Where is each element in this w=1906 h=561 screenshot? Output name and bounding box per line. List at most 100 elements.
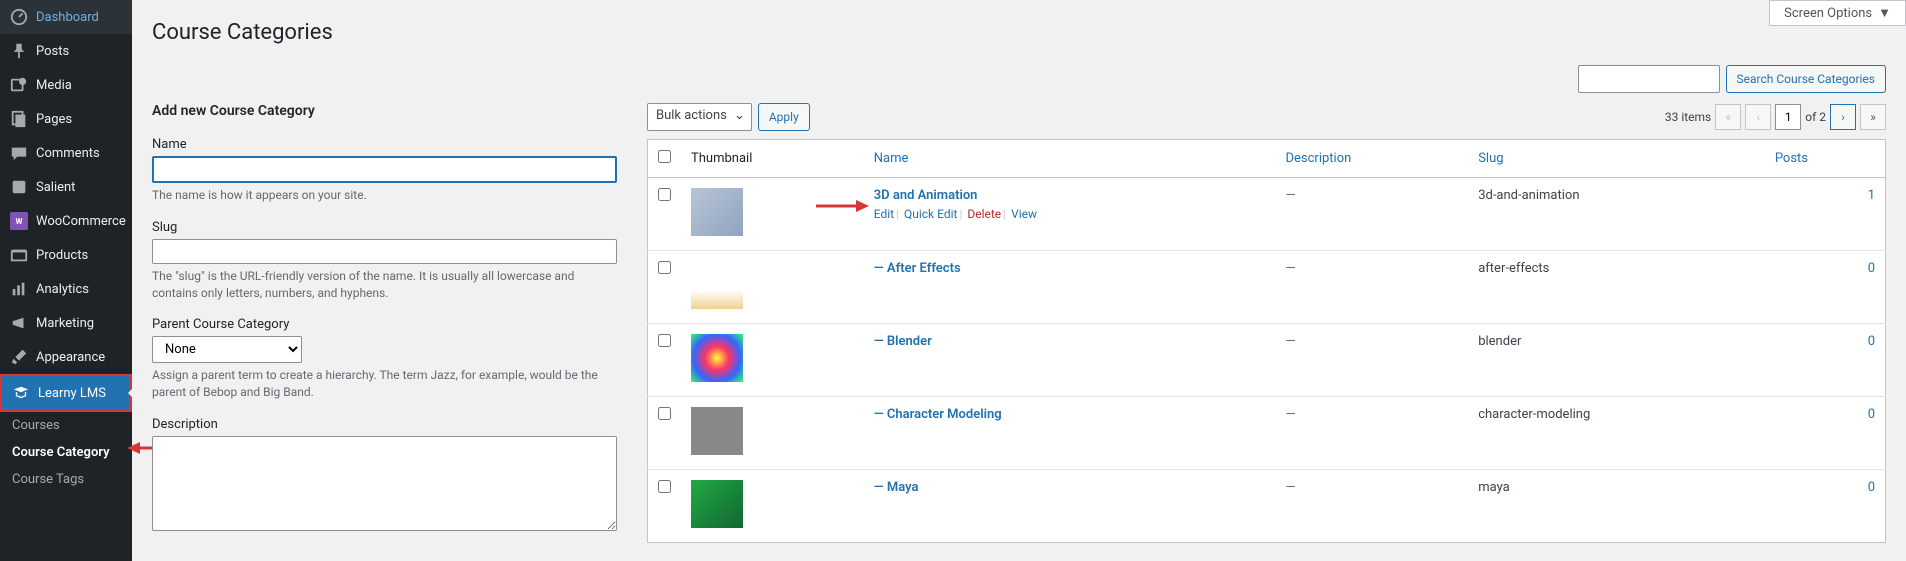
category-name-link[interactable]: — Maya xyxy=(874,480,919,495)
category-name-link[interactable]: — Blender xyxy=(874,334,932,349)
sidebar-label: WooCommerce xyxy=(36,214,126,229)
description-cell: — xyxy=(1285,334,1295,349)
chevron-down-icon: ⌄ xyxy=(734,108,745,123)
page-of-text: of 2 xyxy=(1805,110,1826,124)
slug-cell: blender xyxy=(1468,324,1765,397)
row-checkbox[interactable] xyxy=(658,261,671,274)
apply-button[interactable]: Apply xyxy=(758,103,810,131)
form-heading: Add new Course Category xyxy=(152,103,617,119)
marketing-icon xyxy=(10,314,28,332)
sidebar-item-products[interactable]: Products xyxy=(0,238,132,272)
sidebar-label: Learny LMS xyxy=(38,386,106,401)
description-cell: — xyxy=(1285,261,1295,276)
add-category-form: Add new Course Category Name The name is… xyxy=(152,103,617,551)
posts-count-link[interactable]: 0 xyxy=(1868,407,1875,422)
sidebar-item-pages[interactable]: Pages xyxy=(0,102,132,136)
quick-edit-link[interactable]: Quick Edit xyxy=(904,207,957,221)
search-input[interactable] xyxy=(1578,65,1720,93)
sidebar-label: Products xyxy=(36,248,88,263)
row-checkbox[interactable] xyxy=(658,334,671,347)
sidebar-label: Media xyxy=(36,78,72,93)
category-name-link[interactable]: — After Effects xyxy=(874,261,961,276)
main-content: Screen Options▼ Course Categories Search… xyxy=(132,0,1906,561)
table-row: — Blender — blender 0 xyxy=(648,324,1886,397)
description-cell: — xyxy=(1285,188,1295,203)
description-cell: — xyxy=(1285,407,1295,422)
view-link[interactable]: View xyxy=(1011,207,1037,221)
sidebar-sub-courses[interactable]: Courses xyxy=(0,412,132,439)
caret-down-icon: ▼ xyxy=(1878,5,1891,21)
row-checkbox[interactable] xyxy=(658,407,671,420)
row-checkbox[interactable] xyxy=(658,480,671,493)
description-input[interactable] xyxy=(152,436,617,531)
sidebar-item-dashboard[interactable]: Dashboard xyxy=(0,0,132,34)
sidebar-label: Analytics xyxy=(36,282,89,297)
thumbnail-image xyxy=(691,188,743,236)
category-name-link[interactable]: — Character Modeling xyxy=(874,407,1002,422)
dashboard-icon xyxy=(10,8,28,26)
search-row: Search Course Categories xyxy=(152,65,1886,93)
salient-icon xyxy=(10,178,28,196)
delete-link[interactable]: Delete xyxy=(967,207,1001,221)
sidebar-item-marketing[interactable]: Marketing xyxy=(0,306,132,340)
select-all-checkbox[interactable] xyxy=(658,150,671,163)
posts-count-link[interactable]: 0 xyxy=(1868,334,1875,349)
sidebar-label: Pages xyxy=(36,112,72,127)
sidebar-item-woocommerce[interactable]: W WooCommerce xyxy=(0,204,132,238)
edit-link[interactable]: Edit xyxy=(874,207,894,221)
thumbnail-image xyxy=(691,261,743,309)
col-posts[interactable]: Posts xyxy=(1765,140,1886,178)
posts-count-link[interactable]: 0 xyxy=(1868,480,1875,495)
page-next-button[interactable]: › xyxy=(1830,104,1856,130)
screen-options-button[interactable]: Screen Options▼ xyxy=(1769,0,1906,26)
category-name-link[interactable]: 3D and Animation xyxy=(874,188,978,203)
page-current-input[interactable] xyxy=(1775,104,1801,130)
parent-select[interactable]: None xyxy=(152,336,302,363)
slug-cell: character-modeling xyxy=(1468,397,1765,470)
media-icon xyxy=(10,76,28,94)
slug-cell: after-effects xyxy=(1468,251,1765,324)
table-column: Bulk actions ⌄ Apply 33 items « ‹ of 2 ›… xyxy=(647,103,1886,551)
sidebar-sub-course-tags[interactable]: Course Tags xyxy=(0,466,132,493)
thumbnail-image xyxy=(691,334,743,382)
parent-label: Parent Course Category xyxy=(152,317,617,332)
woo-icon: W xyxy=(10,212,28,230)
sidebar-item-comments[interactable]: Comments xyxy=(0,136,132,170)
sidebar-item-appearance[interactable]: Appearance xyxy=(0,340,132,374)
sidebar-item-posts[interactable]: Posts xyxy=(0,34,132,68)
name-input[interactable] xyxy=(152,156,617,183)
col-name[interactable]: Name xyxy=(864,140,1276,178)
slug-input[interactable] xyxy=(152,239,617,264)
posts-count-link[interactable]: 0 xyxy=(1868,261,1875,276)
pagination: 33 items « ‹ of 2 › » xyxy=(1665,104,1886,130)
slug-help: The "slug" is the URL-friendly version o… xyxy=(152,268,617,302)
page-first-button[interactable]: « xyxy=(1715,104,1741,130)
thumbnail-image xyxy=(691,407,743,455)
posts-count-link[interactable]: 1 xyxy=(1868,188,1875,203)
sidebar-label: Comments xyxy=(36,146,100,161)
row-checkbox[interactable] xyxy=(658,188,671,201)
search-button[interactable]: Search Course Categories xyxy=(1726,65,1886,93)
item-count: 33 items xyxy=(1665,110,1711,124)
sidebar-item-learny-lms[interactable]: Learny LMS xyxy=(0,374,132,412)
sidebar-item-analytics[interactable]: Analytics xyxy=(0,272,132,306)
bulk-actions-select[interactable]: Bulk actions ⌄ xyxy=(647,103,752,131)
thumbnail-image xyxy=(691,480,743,528)
sidebar-label: Salient xyxy=(36,180,75,195)
sidebar-item-media[interactable]: Media xyxy=(0,68,132,102)
page-prev-button[interactable]: ‹ xyxy=(1745,104,1771,130)
col-thumbnail: Thumbnail xyxy=(681,140,864,178)
admin-sidebar: Dashboard Posts Media Pages Comments Sal… xyxy=(0,0,132,561)
col-slug[interactable]: Slug xyxy=(1468,140,1765,178)
name-label: Name xyxy=(152,137,617,152)
slug-label: Slug xyxy=(152,220,617,235)
table-row: — After Effects — after-effects 0 xyxy=(648,251,1886,324)
sidebar-sub-course-category[interactable]: Course Category xyxy=(0,439,132,466)
slug-cell: 3d-and-animation xyxy=(1468,178,1765,251)
page-last-button[interactable]: » xyxy=(1860,104,1886,130)
sidebar-label: Dashboard xyxy=(36,10,99,25)
sidebar-item-salient[interactable]: Salient xyxy=(0,170,132,204)
col-description[interactable]: Description xyxy=(1275,140,1468,178)
description-cell: — xyxy=(1285,480,1295,495)
slug-cell: maya xyxy=(1468,470,1765,543)
